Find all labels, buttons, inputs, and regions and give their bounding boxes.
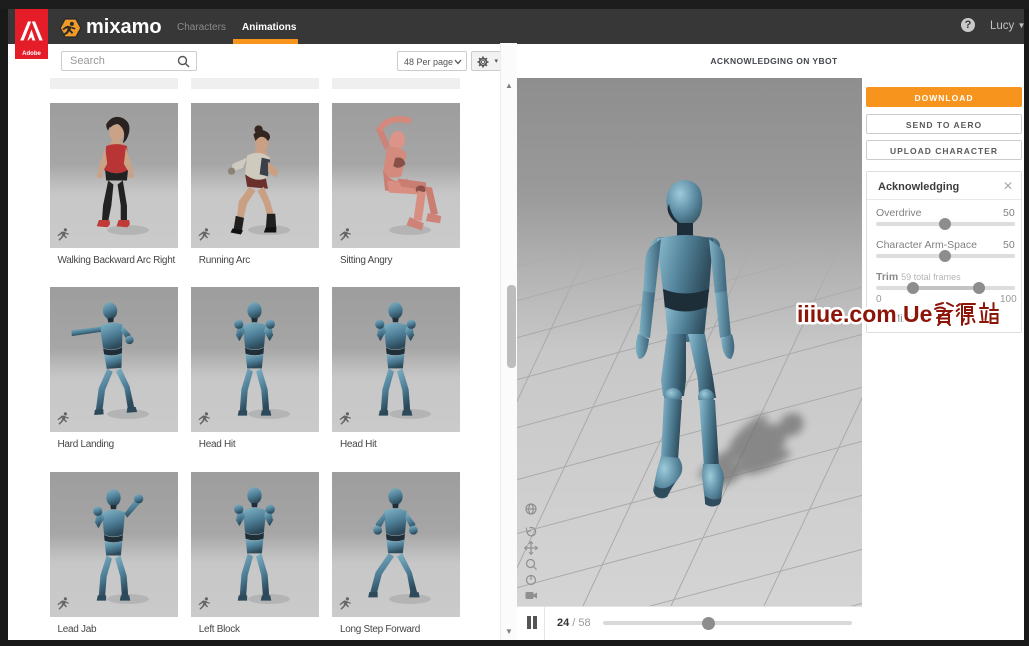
svg-text:Uе: Uе (903, 301, 932, 327)
svg-text:Adobe: Adobe (22, 51, 41, 57)
svg-text:iiiue.com: iiiue.com (797, 301, 897, 327)
